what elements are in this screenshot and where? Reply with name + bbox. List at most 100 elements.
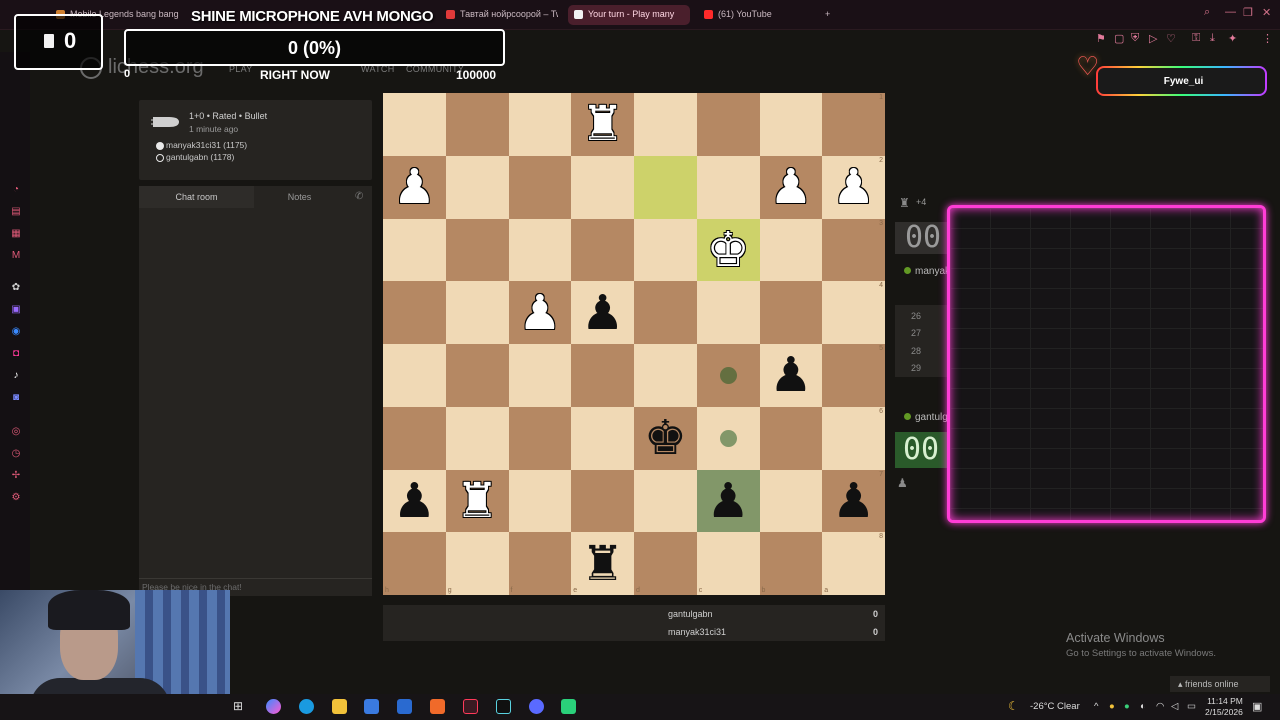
board-square[interactable] (383, 406, 446, 470)
board-square[interactable] (445, 344, 509, 407)
play-icon[interactable]: ▷ (1149, 32, 1157, 45)
board-square[interactable] (634, 218, 697, 282)
board-square[interactable] (634, 281, 697, 344)
discord-icon[interactable]: ◙ (10, 392, 22, 404)
speed-dial-icon[interactable]: ◔ (10, 184, 22, 196)
tab-twitch[interactable]: Тавтай нойрсоорой – Tw (440, 5, 558, 25)
tiktok-icon[interactable] (496, 699, 511, 714)
white-pawn-icon[interactable]: ♟ (393, 163, 436, 211)
app-icon[interactable] (561, 699, 576, 714)
board-square[interactable]: 4 (822, 281, 885, 344)
menu-icon[interactable]: ⋮ (1262, 32, 1273, 45)
board-square[interactable]: ♟ (508, 281, 572, 344)
board-square[interactable] (383, 218, 446, 282)
shield-icon[interactable]: ⛨ (1131, 32, 1139, 45)
board-square[interactable] (508, 93, 572, 156)
extensions-icon[interactable]: ✢ (10, 470, 22, 482)
board-square[interactable]: ♟ 2 (822, 155, 885, 219)
chess-board[interactable]: ♜ 1 ♟ ♟ ♟ 2 ♚ 3 ♟ ♟ 4 ♟ 5 ♚ 6 ♟ ♜ ♟ ♟ 7 h g f ♜ e d c b 8 a (383, 93, 885, 595)
board-square[interactable] (445, 93, 509, 156)
black-rook-icon[interactable]: ♜ (581, 540, 624, 588)
white-pawn-icon[interactable]: ♟ (832, 163, 875, 211)
board-square[interactable]: f (508, 532, 572, 595)
board-square[interactable] (571, 469, 634, 533)
tab-lichess[interactable]: Your turn - Play many (568, 5, 690, 25)
minimize-icon[interactable]: — (1225, 6, 1236, 18)
heart-icon[interactable]: ♡ (1166, 32, 1176, 45)
board-square[interactable] (759, 218, 823, 282)
player-black[interactable]: gantulgabn (1178) (156, 152, 234, 162)
search-icon[interactable]: ⌕ (1204, 6, 1210, 19)
board-square[interactable] (571, 344, 634, 407)
tray-app-icon[interactable]: ◐ (1140, 701, 1146, 712)
task-view-icon[interactable]: ⊞ (233, 699, 243, 713)
white-rook-icon[interactable]: ♜ (456, 477, 499, 525)
black-pawn-icon[interactable]: ♟ (581, 289, 624, 337)
edge-icon[interactable] (299, 699, 314, 714)
legal-move-dot[interactable] (719, 429, 737, 447)
board-square[interactable]: 6 (822, 406, 885, 470)
twitch-icon[interactable]: ▣ (10, 304, 22, 316)
board-square[interactable]: ♜ (445, 469, 509, 533)
store-icon[interactable] (364, 699, 379, 714)
board-square[interactable] (634, 469, 697, 533)
black-pawn-icon[interactable]: ♟ (769, 351, 812, 399)
board-square[interactable] (571, 155, 634, 219)
board-square[interactable] (571, 406, 634, 470)
board-square[interactable]: 1 (822, 93, 885, 156)
board-square[interactable] (696, 406, 760, 470)
board-square[interactable] (508, 344, 572, 407)
board-square[interactable]: h (383, 532, 446, 595)
board-square[interactable]: ♟ (383, 155, 446, 219)
board-square[interactable] (759, 281, 823, 344)
notification-icon[interactable]: ▣ (1252, 700, 1262, 713)
board-square[interactable] (634, 344, 697, 407)
phone-icon[interactable]: ✆ (355, 191, 363, 202)
board-square[interactable] (634, 93, 697, 156)
board-square[interactable] (696, 155, 760, 219)
board-square[interactable]: d (634, 532, 697, 595)
player-top[interactable]: manyak31ci31 (904, 266, 950, 277)
tab-chat-room[interactable]: Chat room (139, 186, 254, 208)
board-square[interactable]: g (445, 532, 509, 595)
board-square[interactable] (696, 344, 760, 407)
friends-online-button[interactable]: ▴ friends online (1170, 676, 1270, 692)
board-square[interactable] (759, 93, 823, 156)
tray-app-icon[interactable]: ● (1109, 701, 1115, 712)
board-square[interactable] (696, 93, 760, 156)
lock-icon[interactable]: ⚿ (1192, 32, 1200, 45)
board-square[interactable]: ♚ (634, 406, 697, 470)
board-square[interactable] (445, 281, 509, 344)
wifi-icon[interactable]: ◠ (1156, 701, 1164, 712)
board-square[interactable]: 5 (822, 344, 885, 407)
board-square[interactable] (696, 281, 760, 344)
board-square[interactable]: ♚ (696, 218, 760, 282)
board-square[interactable]: ♟ (759, 344, 823, 407)
white-king-icon[interactable]: ♚ (707, 226, 750, 274)
move-list[interactable]: 26 27 28 29 (895, 305, 950, 377)
taskbar-clock[interactable]: 11:14 PM 2/15/2026 (1205, 696, 1243, 718)
board-square[interactable]: b (759, 532, 823, 595)
settings-icon[interactable]: ⚙ (10, 492, 22, 504)
opera-gx-icon[interactable] (463, 699, 478, 714)
battery-icon[interactable]: ▭ (1187, 701, 1196, 712)
bookmark-icon[interactable]: ⚑ (1096, 32, 1106, 45)
player-bottom[interactable]: gantulgabn (904, 412, 950, 423)
board-square[interactable] (445, 155, 509, 219)
player-icon[interactable]: ◎ (10, 426, 22, 438)
board-square[interactable] (634, 155, 697, 219)
board-square[interactable]: 3 (822, 218, 885, 282)
history-icon[interactable]: ◷ (10, 448, 22, 460)
board-square[interactable]: ♜ (571, 93, 634, 156)
board-square[interactable] (508, 218, 572, 282)
white-pawn-icon[interactable]: ♟ (518, 289, 561, 337)
board-square[interactable] (759, 469, 823, 533)
mail-icon[interactable]: M (10, 250, 22, 262)
board-square[interactable] (383, 93, 446, 156)
tab-youtube[interactable]: (61) YouTube (698, 5, 808, 25)
tiktok-icon[interactable]: ♪ (10, 370, 22, 382)
board-square[interactable] (445, 406, 509, 470)
board-square[interactable]: c (696, 532, 760, 595)
white-pawn-icon[interactable]: ♟ (769, 163, 812, 211)
board-square[interactable]: ♜ e (571, 532, 634, 595)
